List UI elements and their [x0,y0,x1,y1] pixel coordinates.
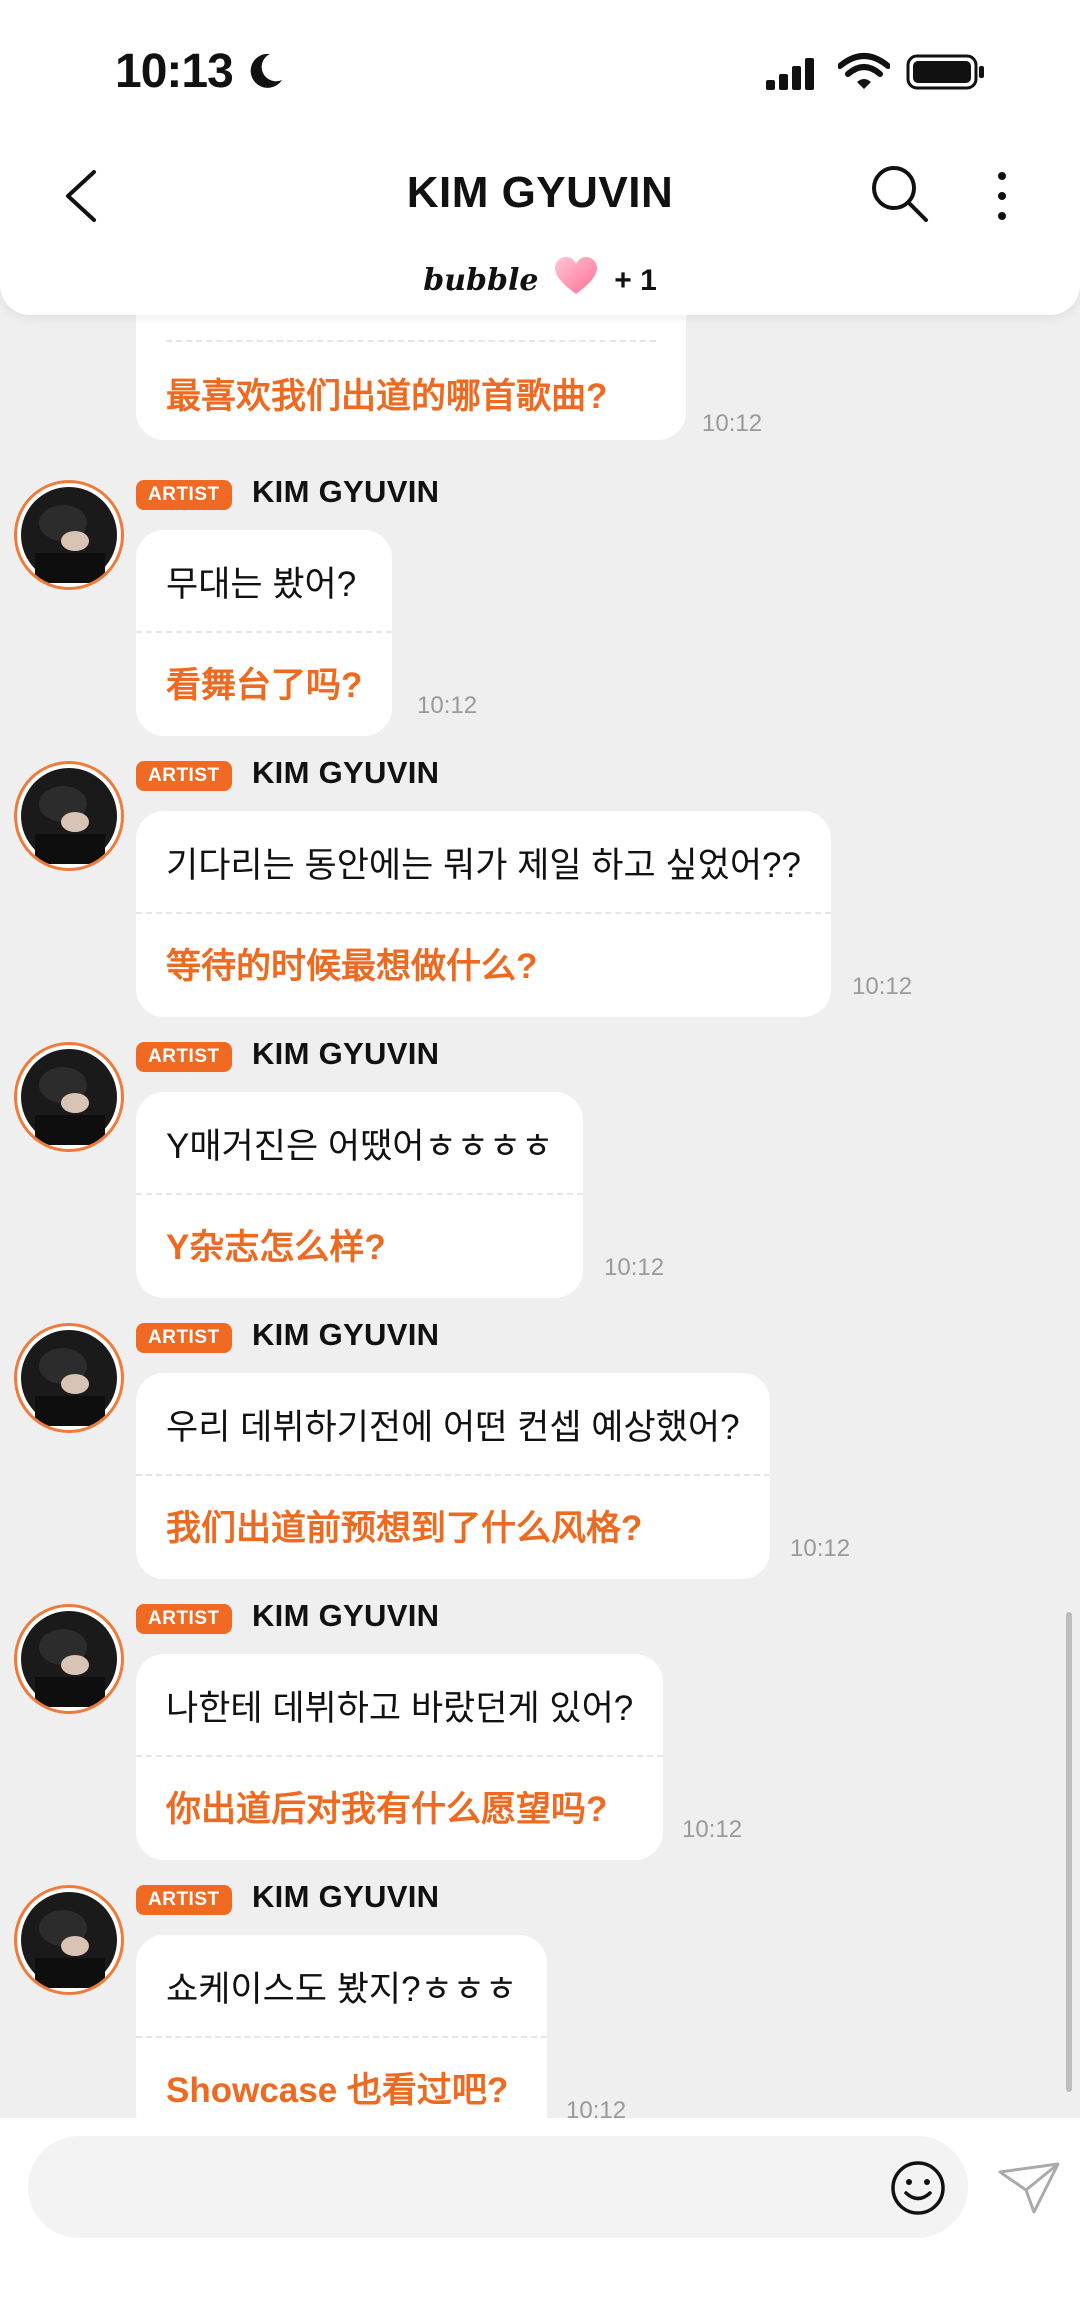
message-text: Y매거진은 어땠어ㅎㅎㅎㅎ [166,1127,554,1166]
bubble-divider [166,340,656,342]
avatar[interactable] [14,480,124,590]
signal-icon [766,58,814,90]
subscription-count: + 1 [614,264,657,297]
message-translation: Y杂志怎么样? [136,1193,584,1298]
message-translation: 你出道后对我有什么愿望吗? [136,1755,664,1860]
message-bubble: 기다리는 동안에는 뭐가 제일 하고 싶었어?? 等待的时候最想做什么? [136,811,831,1017]
artist-badge: ARTIST [136,1604,232,1634]
more-vertical-icon[interactable] [982,164,1022,228]
message-bubble: 나한테 데뷔하고 바랐던게 있어? 你出道后对我有什么愿望吗? [136,1654,664,1860]
sender-name: KIM GYUVIN [252,1598,440,1633]
message-text: 무대는 봤어? [166,565,357,604]
artist-badge: ARTIST [136,1323,232,1353]
message-bubble: 무대는 봤어? 看舞台了吗? [136,530,393,736]
message-translation: 我们出道前预想到了什么风格? [136,1474,770,1579]
search-icon[interactable] [868,162,932,226]
message-bubble: 쇼케이스도 봤지?ㅎㅎㅎ Showcase 也看过吧? [136,1935,548,2118]
message-time: 10:12 [682,1816,743,1843]
artist-badge: ARTIST [136,1885,232,1915]
message-text: 기다리는 동안에는 뭐가 제일 하고 싶었어?? [166,846,801,885]
avatar[interactable] [14,1323,124,1433]
message-translation: 看舞台了吗? [136,631,393,736]
avatar[interactable] [14,1604,124,1714]
message-time: 10:12 [790,1535,851,1562]
status-time: 10:13 [115,45,234,98]
emoji-icon[interactable] [888,2158,948,2218]
message-time: 10:12 [566,2097,627,2118]
sender-name: KIM GYUVIN [252,755,440,790]
heart-icon [555,257,598,294]
message-text: 쇼케이스도 봤지?ㅎㅎㅎ [166,1970,518,2009]
status-bar: 10:13 [0,0,1080,140]
chat-list[interactable]: 最喜欢我们出道的哪首歌曲? 10:12 ARTIST KIM GYUVIN 무대… [0,0,1080,2118]
battery-icon [906,54,984,90]
scrollbar[interactable] [1066,1612,1072,2092]
message-bubble: Y매거진은 어땠어ㅎㅎㅎㅎ Y杂志怎么样? [136,1092,584,1298]
subscription-row: bubble + 1 [0,256,1080,298]
artist-badge: ARTIST [136,480,232,510]
wifi-icon [838,53,890,89]
message-text: 나한테 데뷔하고 바랐던게 있어? [166,1689,634,1728]
send-icon[interactable] [996,2158,1062,2218]
avatar[interactable] [14,1885,124,1995]
message-time: 10:12 [702,410,763,437]
message-translation: 等待的时候最想做什么? [136,912,831,1017]
message-time: 10:12 [604,1254,665,1281]
sender-name: KIM GYUVIN [252,1879,440,1914]
avatar[interactable] [14,761,124,871]
sender-name: KIM GYUVIN [252,474,440,509]
message-bubble: 우리 데뷔하기전에 어떤 컨셉 예상했어? 我们出道前预想到了什么风格? [136,1373,770,1579]
message-translation: 最喜欢我们出道的哪首歌曲? [166,377,608,416]
moon-icon [250,53,282,88]
artist-badge: ARTIST [136,761,232,791]
message-time: 10:12 [417,692,478,719]
avatar[interactable] [14,1042,124,1152]
message-input[interactable] [28,2136,968,2238]
sender-name: KIM GYUVIN [252,1317,440,1352]
composer-bar [0,2118,1080,2301]
message-time: 10:12 [852,973,913,1000]
bubble-logo: bubble [423,263,539,298]
message-text: 우리 데뷔하기전에 어떤 컨셉 예상했어? [166,1408,740,1447]
chat-header: KIM GYUVIN bubble + 1 [0,140,1080,315]
sender-name: KIM GYUVIN [252,1036,440,1071]
message-translation: Showcase 也看过吧? [136,2036,548,2118]
artist-badge: ARTIST [136,1042,232,1072]
